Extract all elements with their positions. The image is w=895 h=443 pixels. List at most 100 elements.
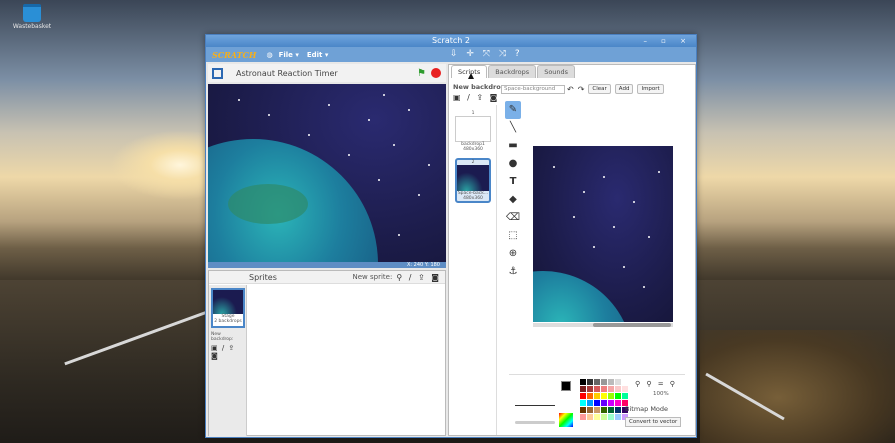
- palette-swatch[interactable]: [594, 414, 600, 420]
- line-icon[interactable]: ╲: [505, 119, 521, 137]
- backdrop-name-input[interactable]: [501, 84, 565, 94]
- palette-swatch[interactable]: [601, 379, 607, 385]
- earth-land: [228, 184, 308, 224]
- palette-swatch[interactable]: [601, 393, 607, 399]
- palette-swatch[interactable]: [587, 414, 593, 420]
- paint-toolbar: ↶ ↷ Clear Add Import: [501, 84, 666, 94]
- backdrop-thumbnail: [457, 165, 489, 191]
- palette-swatch[interactable]: [601, 414, 607, 420]
- color-palette[interactable]: [580, 379, 628, 420]
- editor-pane: Scripts Backdrops Sounds New backdrop: ▣…: [448, 64, 696, 436]
- new-backdrop-icons[interactable]: ▣ / ⇪ ◙: [453, 93, 499, 102]
- brush-icon[interactable]: ✎: [505, 101, 521, 119]
- paint-canvas[interactable]: [533, 146, 673, 322]
- paint-tools: ✎ ╲ ▬ ● T ◆ ⌫ ⬚ ⊕ ⚓: [505, 101, 521, 281]
- palette-swatch[interactable]: [615, 414, 621, 420]
- fill-icon[interactable]: ◆: [505, 191, 521, 209]
- new-sprite-icons[interactable]: ⚲ / ⇪ ◙: [396, 273, 441, 282]
- scratch-logo[interactable]: SCRATCH: [212, 50, 256, 60]
- window-titlebar[interactable]: Scratch 2 – ▫ ×: [206, 35, 696, 47]
- palette-swatch[interactable]: [608, 379, 614, 385]
- palette-swatch[interactable]: [601, 386, 607, 392]
- add-button[interactable]: Add: [614, 84, 634, 94]
- palette-swatch[interactable]: [622, 379, 628, 385]
- palette-swatch[interactable]: [615, 400, 621, 406]
- palette-swatch[interactable]: [601, 407, 607, 413]
- backdrop-item[interactable]: 1 backdrop1 480x360: [455, 111, 491, 152]
- import-button[interactable]: Import: [637, 84, 664, 94]
- stop-icon[interactable]: [431, 68, 441, 78]
- tab-backdrops[interactable]: Backdrops: [488, 65, 537, 78]
- palette-swatch[interactable]: [580, 414, 586, 420]
- current-color[interactable]: [561, 381, 571, 391]
- stage-thumbnail[interactable]: Stage 2 backdrops: [211, 288, 245, 328]
- palette-swatch[interactable]: [615, 386, 621, 392]
- project-title[interactable]: Astronaut Reaction Timer: [230, 69, 417, 78]
- sprites-header: Sprites New sprite: ⚲ / ⇪ ◙: [209, 271, 445, 284]
- backdrop-item-selected[interactable]: 2 Space-back... 480x360: [455, 158, 491, 203]
- zoom-percent: 100%: [653, 391, 669, 397]
- line-width-slider[interactable]: [515, 421, 555, 424]
- palette-swatch[interactable]: [580, 407, 586, 413]
- fullscreen-icon[interactable]: [212, 67, 223, 79]
- palette-swatch[interactable]: [594, 393, 600, 399]
- palette-swatch[interactable]: [580, 379, 586, 385]
- palette-swatch[interactable]: [601, 400, 607, 406]
- redo-icon[interactable]: ↷: [578, 85, 585, 94]
- palette-swatch[interactable]: [615, 379, 621, 385]
- palette-swatch[interactable]: [580, 393, 586, 399]
- palette-swatch[interactable]: [587, 393, 593, 399]
- paint-options: ⚲ ⚲ = ⚲ 100% Bitmap Mode Convert to vect…: [509, 374, 685, 434]
- palette-swatch[interactable]: [587, 379, 593, 385]
- backdrop-size: 480x360: [463, 147, 483, 152]
- stage-thumbnail-image: [213, 290, 243, 314]
- menu-edit[interactable]: Edit ▾: [307, 51, 329, 59]
- palette-swatch[interactable]: [594, 400, 600, 406]
- palette-swatch[interactable]: [594, 386, 600, 392]
- new-backdrop-small-icons[interactable]: ▣ / ⇪ ◙: [211, 344, 246, 360]
- stage-coordinates: X: 240 Y: 180: [208, 262, 446, 268]
- palette-swatch[interactable]: [587, 407, 593, 413]
- stamp-icon[interactable]: ⚓: [505, 263, 521, 281]
- palette-swatch[interactable]: [608, 407, 614, 413]
- backdrop-list: 1 backdrop1 480x360 2 Space-back... 480x…: [449, 105, 497, 435]
- palette-swatch[interactable]: [587, 400, 593, 406]
- globe-icon[interactable]: ◍: [266, 51, 272, 59]
- palette-swatch[interactable]: [622, 386, 628, 392]
- palette-swatch[interactable]: [615, 393, 621, 399]
- stage-canvas[interactable]: [208, 84, 446, 262]
- new-sprite-label: New sprite:: [352, 273, 393, 281]
- tab-sounds[interactable]: Sounds: [537, 65, 576, 78]
- menu-file[interactable]: File ▾: [279, 51, 299, 59]
- text-icon[interactable]: T: [505, 173, 521, 191]
- select-remove-bg-icon[interactable]: ⊕: [505, 245, 521, 263]
- palette-swatch[interactable]: [608, 414, 614, 420]
- line-width-sample: [515, 405, 555, 406]
- window-controls[interactable]: – ▫ ×: [643, 35, 692, 47]
- ellipse-icon[interactable]: ●: [505, 155, 521, 173]
- palette-swatch[interactable]: [622, 393, 628, 399]
- palette-swatch[interactable]: [580, 386, 586, 392]
- canvas-scrollbar[interactable]: [533, 323, 673, 327]
- rectangle-icon[interactable]: ▬: [505, 137, 521, 155]
- color-picker[interactable]: [559, 413, 573, 427]
- select-icon[interactable]: ⬚: [505, 227, 521, 245]
- palette-swatch[interactable]: [608, 386, 614, 392]
- clear-button[interactable]: Clear: [588, 84, 611, 94]
- green-flag-icon[interactable]: ⚑: [417, 68, 426, 79]
- stage-tools-icons[interactable]: ⇩ ✛ ⤧ ⤨ ?: [450, 49, 523, 59]
- eraser-icon[interactable]: ⌫: [505, 209, 521, 227]
- convert-to-vector-button[interactable]: Convert to vector: [625, 417, 682, 427]
- palette-swatch[interactable]: [587, 386, 593, 392]
- palette-swatch[interactable]: [594, 407, 600, 413]
- palette-swatch[interactable]: [580, 400, 586, 406]
- undo-icon[interactable]: ↶: [567, 85, 574, 94]
- mouse-cursor-icon: [468, 73, 474, 79]
- palette-swatch[interactable]: [615, 407, 621, 413]
- palette-swatch[interactable]: [608, 393, 614, 399]
- desktop-trash-item[interactable]: Wastebasket: [12, 4, 52, 30]
- palette-swatch[interactable]: [594, 379, 600, 385]
- stage-side-panel: Stage 2 backdrops New backdrop: ▣ / ⇪ ◙: [209, 285, 247, 436]
- zoom-controls[interactable]: ⚲ ⚲ = ⚲: [635, 380, 677, 388]
- palette-swatch[interactable]: [608, 400, 614, 406]
